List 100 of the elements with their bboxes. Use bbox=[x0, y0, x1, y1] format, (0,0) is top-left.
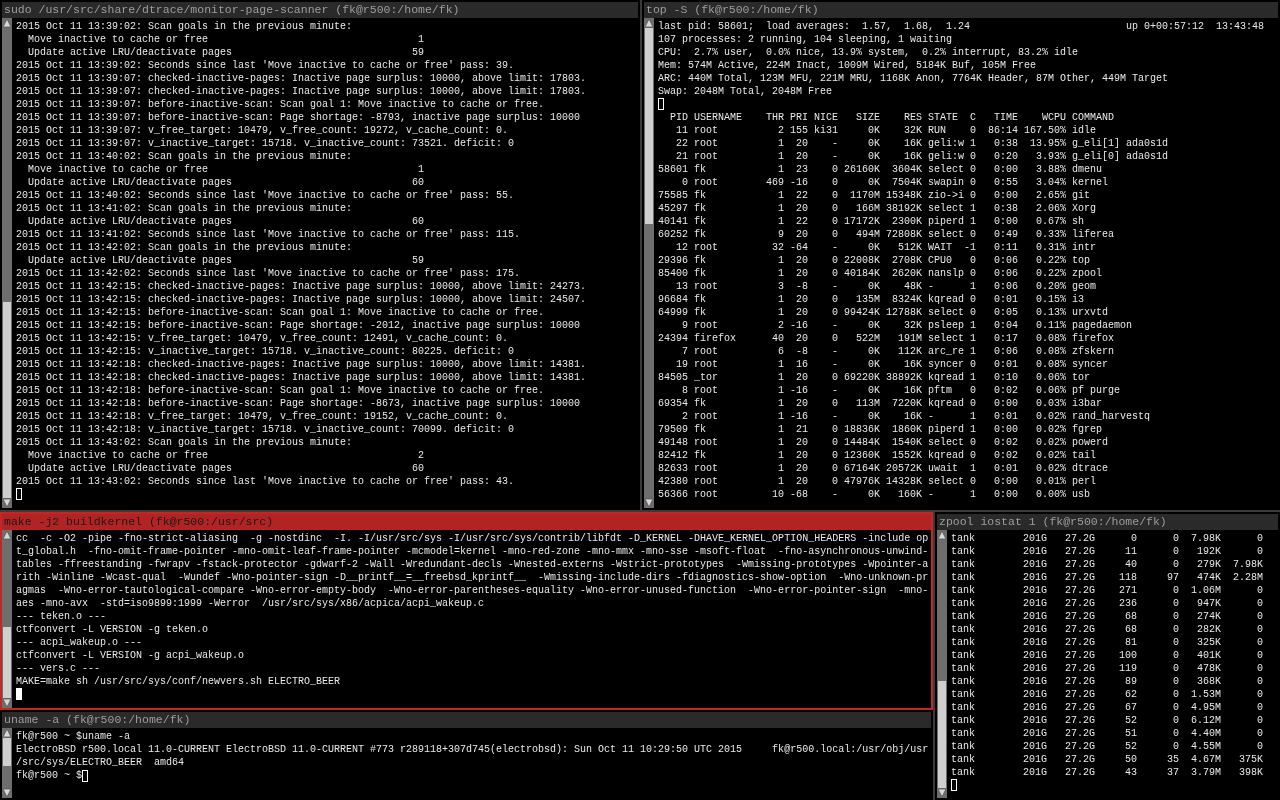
table-cell-text: 67164K bbox=[843, 462, 880, 475]
table-cell-text: 52 bbox=[1124, 740, 1137, 753]
table-cell-text: 11 bbox=[1124, 545, 1137, 558]
scrollbar[interactable] bbox=[937, 530, 947, 798]
table-cell-text: select bbox=[927, 475, 964, 488]
table-cell-text: fk bbox=[693, 254, 707, 267]
table-cell-text: 0 bbox=[1172, 558, 1179, 571]
table-cell-text: 16K bbox=[903, 150, 922, 163]
scroll-down-icon[interactable] bbox=[2, 788, 12, 798]
table-cell-text: 1 bbox=[777, 410, 784, 423]
column-header: COMMAND bbox=[1071, 111, 1114, 124]
table-cell-text: 0K bbox=[867, 410, 880, 423]
scrollbar[interactable] bbox=[2, 530, 12, 708]
scrollbar-thumb[interactable] bbox=[645, 28, 653, 224]
uptime-clock: up 0+00:57:12 13:43:48 bbox=[1125, 20, 1264, 33]
terminal-line: 2015 Oct 11 13:39:07: checked-inactive-pages: Inactive page surplus: 10000, above limit: 17803. bbox=[16, 85, 588, 98]
table-cell-text: 6 bbox=[777, 345, 784, 358]
table-cell-text: 368K bbox=[1196, 675, 1221, 688]
table-cell-text: 9 bbox=[681, 319, 688, 332]
table-cell: 201G bbox=[1023, 623, 1047, 636]
table-cell-text: swapin bbox=[927, 176, 964, 189]
table-cell-text: geli:w bbox=[927, 150, 964, 163]
table-cell-text: 6.12M bbox=[1190, 714, 1221, 727]
terminal-line: Update active LRU/deactivate pages bbox=[27, 176, 234, 189]
table-cell-text: 27.2G bbox=[1064, 766, 1095, 779]
table-cell-text: idle bbox=[1071, 124, 1096, 137]
table-cell-text: 0 bbox=[969, 397, 976, 410]
table-cell-text: 86:14 bbox=[987, 124, 1018, 137]
table-cell-text: -16 bbox=[789, 176, 808, 189]
table-cell-text: root bbox=[693, 319, 719, 332]
table-cell-text: 0:00 bbox=[993, 163, 1018, 176]
table-cell-text: 11 bbox=[675, 124, 688, 137]
table-cell-text: 0 bbox=[969, 124, 976, 137]
table-cell-text: dtrace bbox=[1071, 462, 1108, 475]
table-cell-text: tank bbox=[951, 571, 976, 584]
table-cell: 201G bbox=[1023, 688, 1047, 701]
terminal-line: 2015 Oct 11 13:42:15: v_inactive_target: 15718. v_inactive_count: 80225. deficit: 0 bbox=[16, 345, 516, 358]
terminal-line: 2015 Oct 11 13:39:07: before-inactive-scan: Page shortage: -8793, inactive page surplus: 10000 bbox=[16, 111, 582, 124]
scrollbar-thumb[interactable] bbox=[3, 302, 11, 498]
table-cell-text: 1170M bbox=[849, 189, 880, 202]
table-cell: 201G bbox=[1023, 727, 1047, 740]
table-cell-text: 0K bbox=[867, 345, 880, 358]
table-cell-text: 271 bbox=[1118, 584, 1137, 597]
table-cell-text: fk bbox=[693, 293, 707, 306]
table-cell-text: 1 bbox=[777, 202, 784, 215]
table-cell-text: 0:10 bbox=[993, 371, 1018, 384]
table-cell-text: 26160K bbox=[843, 163, 880, 176]
table-cell-text: top bbox=[1071, 254, 1090, 267]
table-cell: 29396 bbox=[658, 254, 688, 267]
table-cell-text: 0 bbox=[1256, 701, 1263, 714]
table-cell-text: fgrep bbox=[1071, 423, 1102, 436]
terminal-line: 2015 Oct 11 13:42:15: v_free_target: 10479, v_free_count: 12491, v_cache_count: 0. bbox=[16, 332, 510, 345]
table-cell-text: 0 bbox=[1172, 740, 1179, 753]
table-cell-text: WAIT bbox=[927, 241, 953, 254]
table-cell-text: 27.2G bbox=[1064, 610, 1095, 623]
table-cell-text: 1 bbox=[969, 332, 976, 345]
table-cell-text: 155 bbox=[789, 124, 808, 137]
table-cell-text: zfskern bbox=[1071, 345, 1114, 358]
scrollbar-thumb[interactable] bbox=[3, 738, 11, 766]
table-cell-text: 0 bbox=[831, 215, 838, 228]
table-cell: 201G bbox=[1023, 649, 1047, 662]
table-cell: 24394 bbox=[658, 332, 688, 345]
scroll-down-icon[interactable] bbox=[644, 498, 654, 508]
table-cell-text: 282K bbox=[1196, 623, 1221, 636]
table-cell-text: 0K bbox=[867, 358, 880, 371]
table-cell-text: 1 bbox=[777, 254, 784, 267]
table-cell-text: 3.93% bbox=[1035, 150, 1066, 163]
table-cell-text: tank bbox=[951, 532, 976, 545]
terminal-line: Update active LRU/deactivate pages bbox=[27, 46, 234, 59]
table-cell-text: 2 bbox=[777, 319, 784, 332]
table-cell-text: perl bbox=[1071, 475, 1096, 488]
table-cell-text: 2.06% bbox=[1035, 202, 1066, 215]
table-cell-text: tank bbox=[951, 766, 976, 779]
table-cell: 45297 bbox=[658, 202, 688, 215]
scrollbar[interactable] bbox=[2, 18, 12, 508]
table-cell-text: 12 bbox=[675, 241, 688, 254]
table-cell-text: 40 bbox=[771, 332, 784, 345]
scrollbar-thumb[interactable] bbox=[3, 626, 11, 698]
table-cell-text: nanslp bbox=[927, 267, 964, 280]
table-cell-text: select bbox=[927, 332, 964, 345]
table-cell-text: 48K bbox=[903, 280, 922, 293]
table-cell-text: 0 bbox=[1172, 584, 1179, 597]
table-cell-text: 1 bbox=[777, 358, 784, 371]
scrollbar[interactable] bbox=[644, 18, 654, 508]
table-cell-text: 0 bbox=[1256, 532, 1263, 545]
table-cell-text: 20 bbox=[795, 462, 808, 475]
table-cell: 201G bbox=[1023, 714, 1047, 727]
table-cell-text: 2620K bbox=[891, 267, 922, 280]
table-cell-text: g_eli[0] ada0s1d bbox=[1071, 150, 1168, 163]
scrollbar[interactable] bbox=[2, 728, 12, 798]
terminal-line: 2015 Oct 11 13:39:07: before-inactive-scan: Scan goal 1: Move inactive to cache or free. bbox=[16, 98, 546, 111]
table-cell-text: root bbox=[693, 124, 719, 137]
table-cell-text: 0:49 bbox=[993, 228, 1018, 241]
table-cell-text: 0 bbox=[969, 254, 976, 267]
table-cell-text: 23 bbox=[795, 163, 808, 176]
table-cell-text: 27.2G bbox=[1064, 701, 1095, 714]
table-cell-text: root bbox=[693, 137, 719, 150]
table-cell: 201G bbox=[1023, 584, 1047, 597]
scrollbar-thumb[interactable] bbox=[938, 680, 946, 788]
terminal-line: Update active LRU/deactivate pages bbox=[27, 462, 234, 475]
